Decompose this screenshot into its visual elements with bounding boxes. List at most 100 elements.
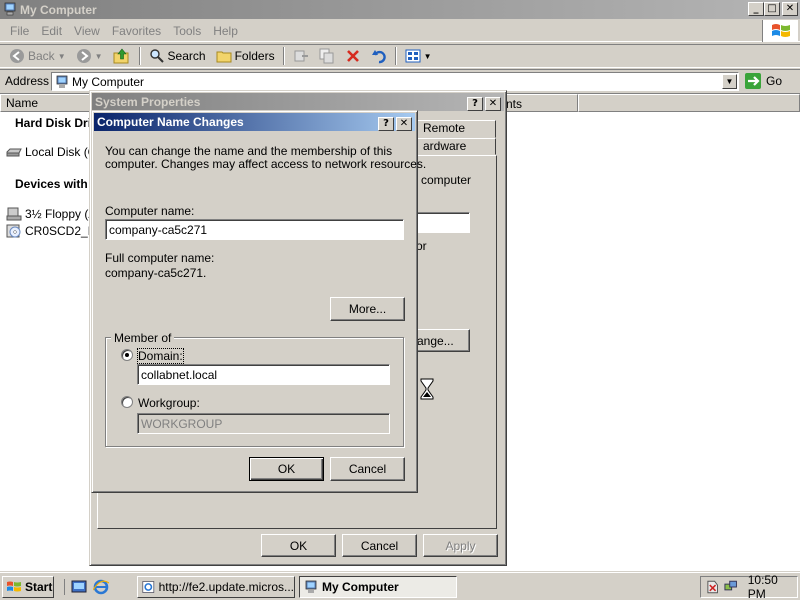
maximize-button[interactable]: □	[764, 2, 780, 16]
folder-icon	[216, 51, 232, 63]
workgroup-input[interactable]: WORKGROUP	[137, 413, 390, 434]
up-folder-button[interactable]	[108, 45, 136, 67]
computer-name-value: company-ca5c271	[109, 222, 208, 237]
task-label: My Computer	[322, 579, 399, 594]
computer-name-input[interactable]: company-ca5c271	[105, 219, 404, 240]
views-button[interactable]: ▼	[400, 45, 437, 67]
toolbar-separator	[394, 47, 397, 65]
task-internet-explorer[interactable]: http://fe2.update.micros...	[137, 575, 295, 598]
chevron-down-icon: ▼	[94, 51, 103, 61]
system-tray: 10:50 PM	[700, 573, 798, 600]
start-label: Start	[25, 579, 53, 594]
security-alert-icon[interactable]	[705, 579, 720, 595]
copy-to-button[interactable]	[314, 45, 340, 67]
forward-button[interactable]: ▼	[71, 45, 108, 67]
show-desktop-icon[interactable]	[71, 579, 87, 595]
back-arrow-icon	[10, 49, 24, 63]
up-folder-icon	[113, 48, 129, 64]
start-button[interactable]: Start	[2, 575, 54, 598]
close-button[interactable]: ✕	[396, 117, 412, 131]
menu-tools[interactable]: Tools	[167, 24, 207, 38]
full-computer-name-value: company-ca5c271.	[105, 266, 207, 280]
ie-page-icon	[142, 580, 155, 593]
menu-favorites[interactable]: Favorites	[106, 24, 167, 38]
tab-hardware[interactable]: ardware	[416, 138, 496, 155]
window-title: My Computer	[20, 2, 97, 17]
close-button[interactable]: ✕	[782, 2, 798, 16]
cancel-button[interactable]: Cancel	[330, 457, 405, 481]
address-dropdown-button[interactable]: ▼	[722, 74, 737, 89]
more-button[interactable]: More...	[330, 297, 405, 321]
search-button[interactable]: Search	[144, 45, 211, 67]
help-button[interactable]: ?	[378, 117, 394, 131]
go-label: Go	[766, 74, 783, 88]
move-to-button[interactable]	[288, 45, 314, 67]
address-input[interactable]: My Computer ▼	[51, 72, 739, 91]
domain-label[interactable]: Domain:	[137, 348, 184, 364]
window-titlebar[interactable]: My Computer _ □ ✕	[0, 0, 800, 19]
back-label: Back	[28, 49, 55, 63]
ok-button[interactable]: OK	[261, 534, 336, 557]
menu-bar: File Edit View Favorites Tools Help	[0, 20, 800, 42]
views-grid-icon	[405, 49, 421, 63]
address-bar: Address My Computer ▼ Go	[0, 69, 800, 92]
network-icon[interactable]	[723, 579, 738, 595]
internet-explorer-icon[interactable]	[93, 579, 109, 595]
system-properties-titlebar[interactable]: System Properties ? ✕	[92, 93, 504, 111]
computer-name-changes-title: Computer Name Changes	[97, 115, 244, 129]
column-name[interactable]: Name	[0, 94, 92, 112]
computer-name-label: Computer name:	[105, 204, 195, 218]
clock: 10:50 PM	[747, 573, 778, 600]
menu-edit[interactable]: Edit	[35, 24, 68, 38]
my-computer-icon	[56, 75, 68, 88]
domain-value: collabnet.local	[141, 367, 218, 382]
address-value: My Computer	[72, 74, 145, 89]
forward-arrow-icon	[76, 49, 91, 63]
drive-local-disk[interactable]: Local Disk (C:	[6, 145, 100, 159]
tab-remote[interactable]: Remote	[416, 120, 496, 138]
menu-help[interactable]: Help	[207, 24, 244, 38]
full-computer-name-label: Full computer name:	[105, 251, 215, 265]
address-label: Address	[5, 74, 50, 88]
search-icon	[149, 49, 164, 63]
domain-input[interactable]: collabnet.local	[137, 364, 390, 385]
cd-drive-icon	[6, 224, 21, 238]
apply-button[interactable]: Apply	[423, 534, 498, 557]
hourglass-cursor-icon	[420, 378, 434, 400]
minimize-button[interactable]: _	[748, 2, 764, 16]
computer-name-changes-dialog: Computer Name Changes ? ✕ You can change…	[91, 110, 426, 493]
workgroup-label[interactable]: Workgroup:	[138, 396, 200, 410]
computer-description-field[interactable]	[416, 212, 470, 233]
task-my-computer[interactable]: My Computer	[299, 575, 457, 598]
move-to-icon	[294, 50, 308, 62]
folders-label: Folders	[234, 49, 275, 63]
drive-label: 3½ Floppy (A	[25, 207, 97, 221]
cancel-button[interactable]: Cancel	[342, 534, 417, 557]
windows-logo-icon	[762, 20, 798, 42]
delete-button[interactable]	[340, 45, 366, 67]
back-button[interactable]: Back ▼	[4, 45, 71, 67]
domain-radio[interactable]	[121, 349, 133, 361]
drive-floppy[interactable]: 3½ Floppy (A	[6, 206, 96, 222]
my-computer-icon	[4, 2, 16, 16]
hard-drive-icon	[6, 148, 22, 157]
computer-description-text: computer	[421, 173, 472, 187]
floppy-drive-icon	[6, 207, 22, 221]
group-removable-storage: Devices with	[15, 177, 88, 191]
folders-button[interactable]: Folders	[211, 45, 280, 67]
menu-file[interactable]: File	[4, 24, 35, 38]
ok-button[interactable]: OK	[249, 457, 324, 481]
more-label: More...	[348, 302, 387, 316]
column-comments-label: nts	[506, 97, 523, 111]
workgroup-radio[interactable]	[121, 396, 133, 408]
menu-view[interactable]: View	[68, 24, 106, 38]
change-button[interactable]: ange...	[414, 329, 470, 352]
help-button[interactable]: ?	[467, 97, 483, 111]
system-properties-title: System Properties	[95, 95, 201, 109]
go-button[interactable]: Go	[744, 72, 782, 90]
toolbar-separator	[138, 47, 141, 65]
computer-name-changes-titlebar[interactable]: Computer Name Changes ? ✕	[94, 113, 415, 131]
close-button[interactable]: ✕	[485, 97, 501, 111]
description-line-2: computer. Changes may affect access to n…	[105, 157, 427, 171]
undo-button[interactable]	[366, 45, 392, 67]
